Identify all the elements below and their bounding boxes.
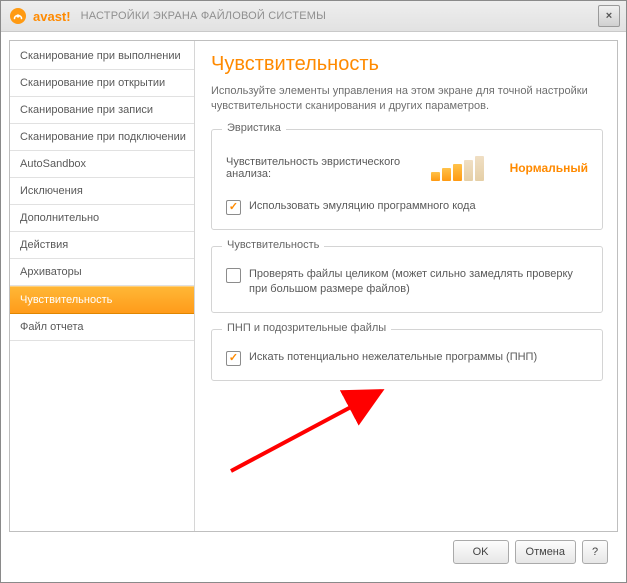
sidebar-item-3[interactable]: Сканирование при подключении	[10, 124, 194, 151]
page-title: Чувствительность	[211, 53, 603, 76]
titlebar: avast! НАСТРОЙКИ ЭКРАНА ФАЙЛОВОЙ СИСТЕМЫ…	[1, 1, 626, 32]
window-title: НАСТРОЙКИ ЭКРАНА ФАЙЛОВОЙ СИСТЕМЫ	[81, 10, 326, 22]
sidebar-item-8[interactable]: Архиваторы	[10, 259, 194, 286]
sidebar-item-4[interactable]: AutoSandbox	[10, 151, 194, 178]
brand-text: avast	[33, 9, 66, 24]
settings-window: avast! НАСТРОЙКИ ЭКРАНА ФАЙЛОВОЙ СИСТЕМЫ…	[0, 0, 627, 583]
sidebar-item-5[interactable]: Исключения	[10, 178, 194, 205]
ok-button[interactable]: OK	[453, 540, 509, 564]
checkbox-scan-whole-file-label: Проверять файлы целиком (может сильно за…	[249, 267, 588, 298]
checkbox-emulation[interactable]	[226, 200, 241, 215]
checkbox-scan-pup[interactable]	[226, 351, 241, 366]
body: Сканирование при выполненииСканирование …	[1, 32, 626, 582]
page-description: Используйте элементы управления на этом …	[211, 84, 603, 115]
sidebar-item-9[interactable]: Чувствительность	[10, 286, 194, 314]
heur-level-bars-icon[interactable]	[431, 156, 484, 181]
group-pup: ПНП и подозрительные файлы Искать потенц…	[211, 329, 603, 381]
sidebar-item-6[interactable]: Дополнительно	[10, 205, 194, 232]
sidebar: Сканирование при выполненииСканирование …	[10, 41, 195, 531]
checkbox-emulation-label: Использовать эмуляцию программного кода	[249, 199, 476, 214]
cancel-button[interactable]: Отмена	[515, 540, 576, 564]
brand-bang: !	[66, 9, 70, 24]
checkbox-scan-whole-file[interactable]	[226, 268, 241, 283]
checkbox-scan-pup-label: Искать потенциально нежелательные програ…	[249, 350, 537, 365]
sidebar-item-0[interactable]: Сканирование при выполнении	[10, 43, 194, 70]
group-heuristics-legend: Эвристика	[222, 122, 286, 134]
content-frame: Сканирование при выполненииСканирование …	[9, 40, 618, 532]
main-panel: Чувствительность Используйте элементы уп…	[195, 41, 617, 531]
heur-level-label: Чувствительность эвристического анализа:	[226, 156, 409, 180]
group-heuristics: Эвристика Чувствительность эвристическог…	[211, 129, 603, 230]
avast-logo-icon	[9, 7, 27, 25]
sidebar-item-10[interactable]: Файл отчета	[10, 314, 194, 341]
group-sensitivity-legend: Чувствительность	[222, 239, 324, 251]
close-button[interactable]: ×	[598, 5, 620, 27]
help-button[interactable]: ?	[582, 540, 608, 564]
footer: OK Отмена ?	[9, 532, 618, 574]
group-sensitivity: Чувствительность Проверять файлы целиком…	[211, 246, 603, 313]
annotation-arrow-icon	[211, 371, 411, 481]
sidebar-item-2[interactable]: Сканирование при записи	[10, 97, 194, 124]
heur-level-value: Нормальный	[510, 161, 588, 175]
sidebar-item-1[interactable]: Сканирование при открытии	[10, 70, 194, 97]
group-pup-legend: ПНП и подозрительные файлы	[222, 322, 391, 334]
sidebar-item-7[interactable]: Действия	[10, 232, 194, 259]
